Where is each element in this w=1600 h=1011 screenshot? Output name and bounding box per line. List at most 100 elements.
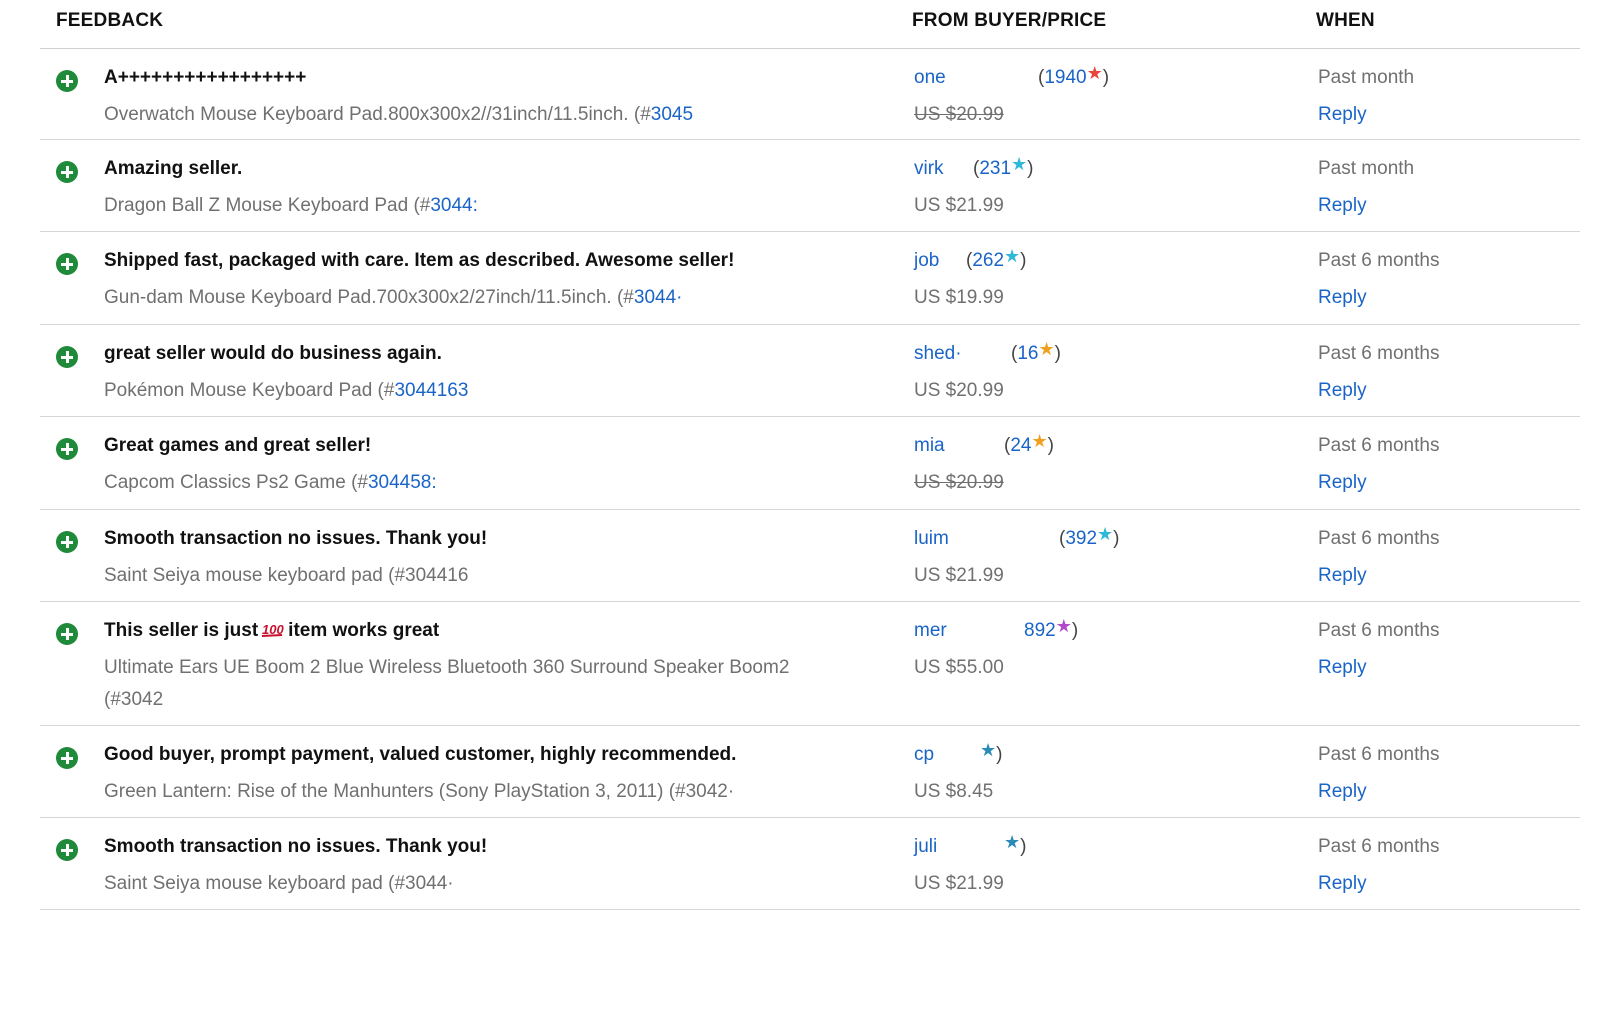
item-title-text: Overwatch Mouse Keyboard Pad.800x300x2//…: [104, 104, 651, 125]
item-number-link[interactable]: 3044·: [634, 287, 683, 308]
reply-link[interactable]: Reply: [1318, 868, 1367, 900]
buyer: mia (24★): [914, 431, 1054, 457]
buyer-feedback-score[interactable]: (262★): [966, 246, 1027, 272]
feedback-comment: A+++++++++++++++++: [104, 67, 306, 89]
reply-link[interactable]: Reply: [1318, 467, 1367, 499]
item-price: US $20.99: [914, 472, 1004, 493]
item-number-link[interactable]: 304458:: [368, 472, 437, 493]
score-close-paren: ): [996, 744, 1003, 765]
table-row: Smooth transaction no issues. Thank you!…: [40, 510, 1580, 602]
feedback-comment: great seller would do business again.: [104, 343, 442, 365]
buyer-name-link[interactable]: luim: [914, 528, 949, 550]
item-price: US $21.99: [914, 873, 1004, 894]
item-number-link[interactable]: 3044163: [394, 380, 468, 401]
column-header-feedback: FEEDBACK: [56, 10, 164, 31]
reply-link[interactable]: Reply: [1318, 190, 1367, 222]
buyer-name-link[interactable]: mer: [914, 620, 947, 642]
feedback-comment-text: Smooth transaction no issues. Thank you!: [104, 836, 488, 857]
buyer-name-link[interactable]: mia: [914, 435, 945, 457]
positive-feedback-icon: [56, 70, 78, 92]
feedback-comment-part: This seller is just: [104, 620, 259, 641]
reply-link[interactable]: Reply: [1318, 652, 1367, 684]
column-header-from-buyer-price: FROM BUYER/PRICE: [912, 10, 1107, 31]
star-icon: ★: [1031, 431, 1048, 451]
buyer-feedback-score[interactable]: ★): [980, 740, 1003, 766]
item-title-text: Dragon Ball Z Mouse Keyboard Pad (#: [104, 195, 431, 216]
feedback-comment: Shipped fast, packaged with care. Item a…: [104, 250, 734, 272]
positive-feedback-icon: [56, 747, 78, 769]
feedback-table: FEEDBACK FROM BUYER/PRICE WHEN A++++++++…: [40, 0, 1580, 910]
reply-link[interactable]: Reply: [1318, 375, 1367, 407]
buyer: virk (231★): [914, 154, 1034, 180]
reply-link[interactable]: Reply: [1318, 560, 1367, 592]
buyer: mer 892★): [914, 616, 1078, 642]
score-value: 892: [1024, 620, 1056, 641]
item-title-text: Saint Seiya mouse keyboard pad (#3044·: [104, 873, 454, 894]
table-header: FEEDBACK FROM BUYER/PRICE WHEN: [40, 0, 1580, 49]
buyer-name-link[interactable]: one: [914, 67, 946, 89]
buyer-name-link[interactable]: virk: [914, 158, 944, 180]
feedback-time: Past month: [1318, 67, 1415, 88]
score-close-paren: ): [1102, 67, 1110, 88]
item-number-link[interactable]: 3044:: [430, 195, 478, 216]
table-row: great seller would do business again. Po…: [40, 325, 1580, 417]
buyer: luim (392★): [914, 524, 1120, 550]
table-row: Smooth transaction no issues. Thank you!…: [40, 818, 1580, 910]
buyer-feedback-score[interactable]: (231★): [973, 154, 1034, 180]
positive-feedback-icon: [56, 531, 78, 553]
reply-link[interactable]: Reply: [1318, 776, 1367, 808]
feedback-comment: Good buyer, prompt payment, valued custo…: [104, 744, 736, 766]
reply-link[interactable]: Reply: [1318, 99, 1367, 131]
buyer-feedback-score[interactable]: 892★): [1024, 616, 1079, 642]
item-title: Ultimate Ears UE Boom 2 Blue Wireless Bl…: [104, 652, 844, 716]
table-row: This seller is just 100 item works great…: [40, 602, 1580, 726]
feedback-time: Past 6 months: [1318, 528, 1440, 549]
reply-link[interactable]: Reply: [1318, 282, 1367, 314]
item-price: US $19.99: [914, 287, 1004, 308]
item-title: Overwatch Mouse Keyboard Pad.800x300x2//…: [104, 99, 844, 131]
item-price: US $21.99: [914, 195, 1004, 216]
score-value: 231: [979, 158, 1012, 179]
positive-feedback-icon: [56, 839, 78, 861]
feedback-comment-text: Great games and great seller!: [104, 435, 372, 456]
item-title: Gun-dam Mouse Keyboard Pad.700x300x2/27i…: [104, 282, 844, 314]
score-close-paren: ): [1047, 435, 1054, 456]
buyer-feedback-score[interactable]: (392★): [1059, 524, 1120, 550]
positive-feedback-icon: [56, 438, 78, 460]
buyer-name-link[interactable]: cp: [914, 744, 934, 766]
feedback-comment-text: Shipped fast, packaged with care. Item a…: [104, 250, 735, 271]
score-value: 16: [1017, 343, 1039, 364]
positive-feedback-icon: [56, 346, 78, 368]
item-title: Pokémon Mouse Keyboard Pad (#3044163: [104, 375, 844, 407]
buyer-name-link[interactable]: juli: [914, 836, 937, 858]
hundred-points-icon: 100: [262, 622, 284, 637]
score-close-paren: ): [1020, 250, 1027, 271]
buyer-name-link[interactable]: shed·: [914, 343, 962, 365]
item-price: US $20.99: [914, 380, 1004, 401]
feedback-comment: Smooth transaction no issues. Thank you!: [104, 528, 487, 550]
score-close-paren: ): [1054, 343, 1061, 364]
item-title: Green Lantern: Rise of the Manhunters (S…: [104, 776, 844, 808]
item-number-link[interactable]: 3045: [651, 104, 693, 125]
star-icon: ★: [1011, 154, 1028, 174]
item-price: US $8.45: [914, 781, 994, 802]
item-title-text: Green Lantern: Rise of the Manhunters (S…: [104, 781, 735, 802]
feedback-time: Past 6 months: [1318, 435, 1440, 456]
item-title-text: Saint Seiya mouse keyboard pad (#304416: [104, 565, 469, 586]
buyer-feedback-score[interactable]: ★): [1004, 832, 1026, 858]
table-row: Good buyer, prompt payment, valued custo…: [40, 726, 1580, 818]
item-price: US $55.00: [914, 657, 1004, 678]
buyer: job (262★): [914, 246, 1027, 272]
star-icon: ★: [1055, 616, 1072, 636]
item-title: Saint Seiya mouse keyboard pad (#3044·: [104, 868, 844, 900]
table-row: Shipped fast, packaged with care. Item a…: [40, 232, 1580, 325]
buyer-feedback-score[interactable]: (16★): [1011, 339, 1061, 365]
score-close-paren: ): [1071, 620, 1079, 641]
buyer-name-link[interactable]: job: [914, 250, 939, 272]
score-close-paren: ): [1113, 528, 1120, 549]
positive-feedback-icon: [56, 161, 78, 183]
buyer-feedback-score[interactable]: (24★): [1004, 431, 1054, 457]
buyer-feedback-score[interactable]: (1940★): [1038, 63, 1110, 89]
positive-feedback-icon: [56, 623, 78, 645]
buyer: juli ★): [914, 832, 1026, 858]
